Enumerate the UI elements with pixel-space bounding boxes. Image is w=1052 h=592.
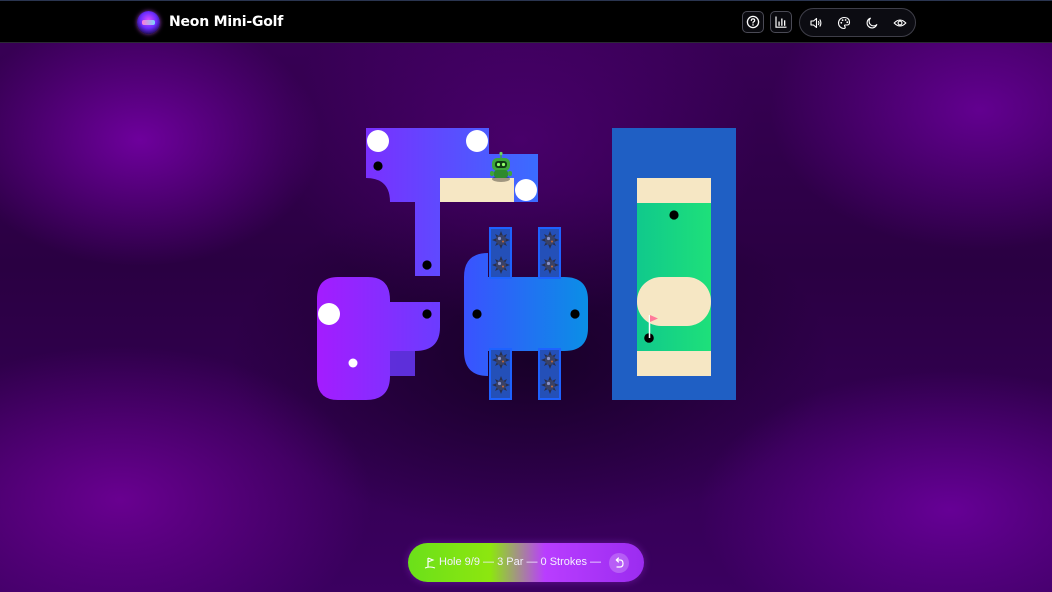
par-label: 3 Par	[497, 556, 524, 568]
spiky-mine-icon	[541, 231, 559, 249]
hole-label: Hole 9/9	[439, 556, 480, 568]
game-page: Neon Mini-Golf Hole 9/9 — 3 Par — 0 Stro…	[0, 0, 1052, 592]
golf-flag-icon	[424, 556, 436, 569]
spiky-mine-icon	[492, 256, 510, 274]
strokes-label: 0 Strokes	[540, 556, 587, 568]
spiky-mine-icon	[541, 256, 559, 274]
undo-button[interactable]	[609, 553, 629, 573]
spiky-mine-icon	[541, 351, 559, 369]
spiky-mine-icon	[492, 231, 510, 249]
spiky-mine-icon	[492, 351, 510, 369]
undo-icon	[615, 557, 624, 568]
hazards-layer	[492, 231, 559, 394]
spiky-mine-icon	[541, 376, 559, 394]
status-text: Hole 9/9 — 3 Par — 0 Strokes —	[424, 555, 604, 570]
separator: —	[587, 556, 605, 568]
spiky-mine-icon	[492, 376, 510, 394]
separator: —	[479, 556, 498, 568]
separator: —	[523, 556, 541, 568]
